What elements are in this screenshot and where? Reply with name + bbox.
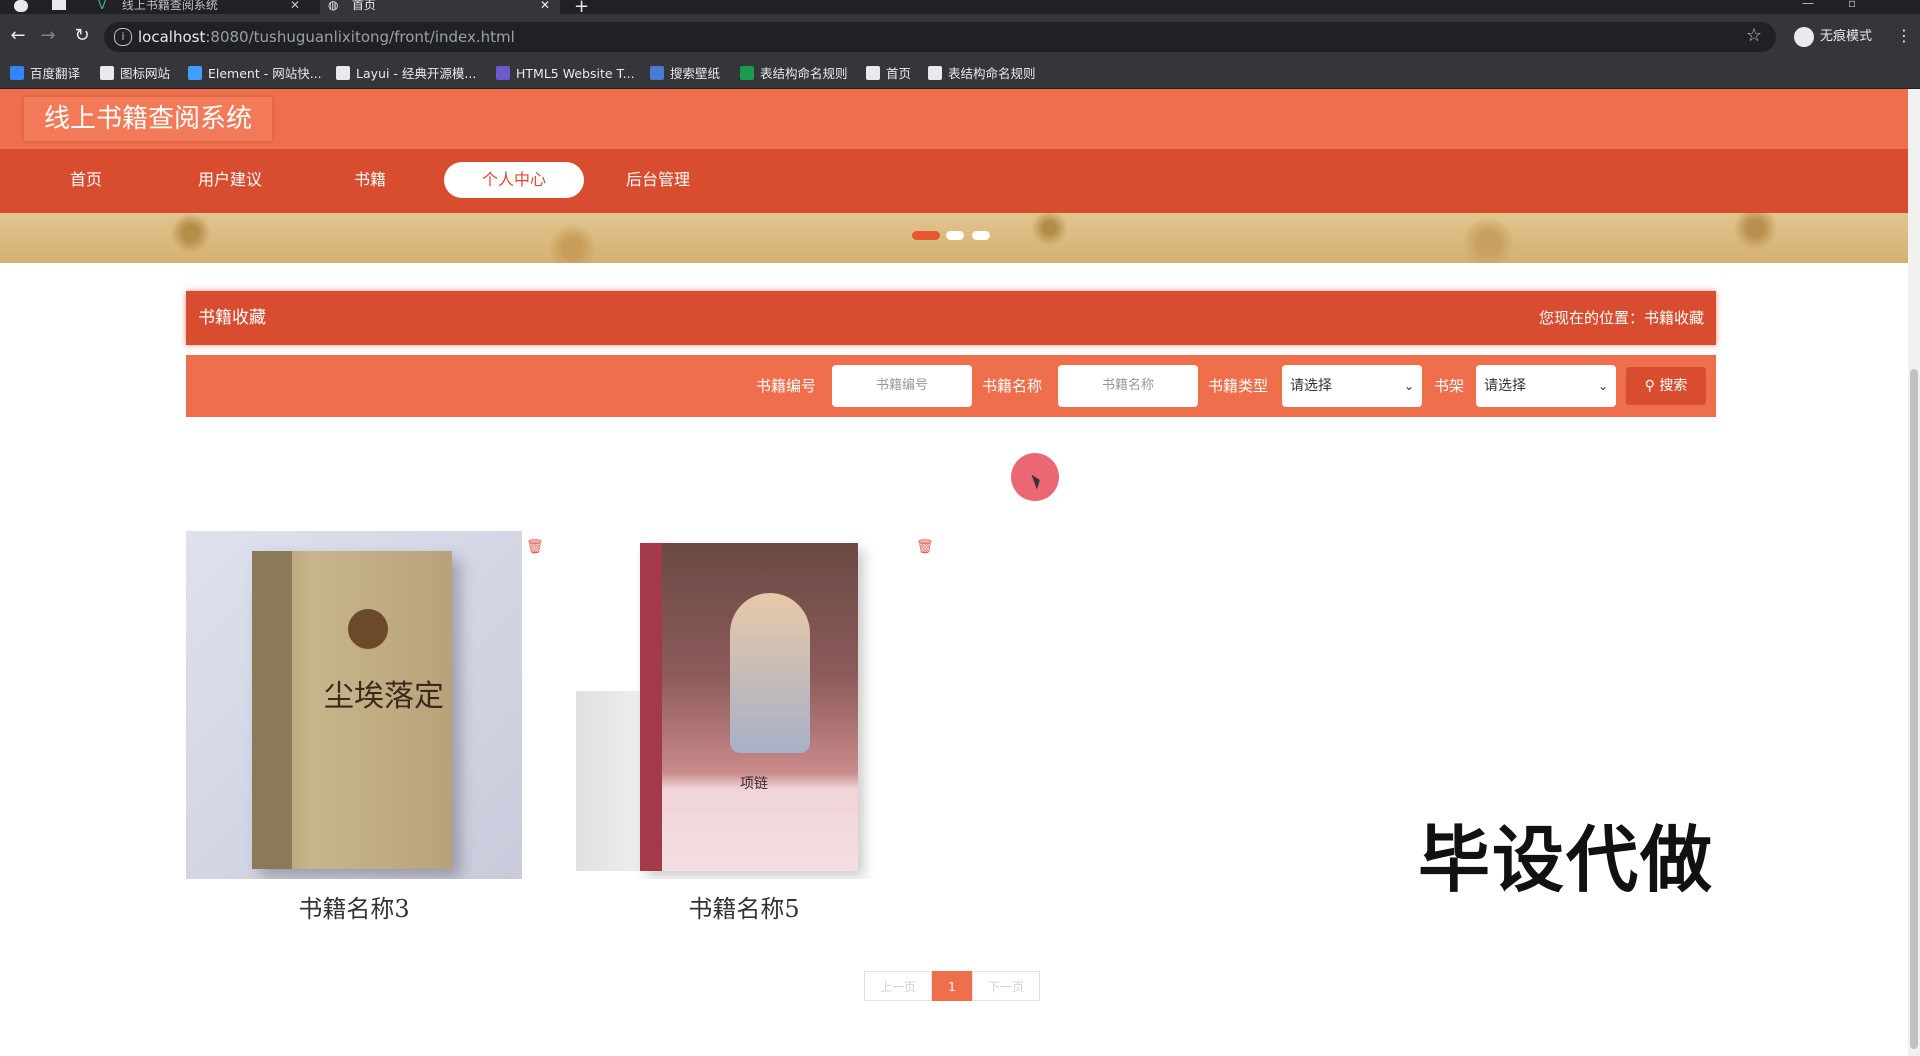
book-cover[interactable]: 尘埃落定 [186, 531, 522, 879]
address-bar[interactable]: i localhost:8080/tushuguanlixitong/front… [104, 22, 1776, 52]
tab-title: 线上书籍查阅系统 [121, 0, 218, 12]
element-icon [188, 66, 202, 80]
vue-icon: V [98, 0, 107, 12]
site-logo[interactable]: 线上书籍查阅系统 [24, 97, 273, 141]
scrollbar-thumb[interactable] [1910, 369, 1918, 1049]
browser-toolbar: ← → ↻ i localhost:8080/tushuguanlixitong… [0, 14, 1920, 60]
wallpaper-icon [650, 66, 664, 80]
minimize-icon[interactable]: — [1802, 0, 1814, 10]
nav-admin[interactable]: 后台管理 [588, 162, 728, 198]
bookmark-item[interactable]: 图标网站 [100, 65, 170, 83]
book-type-label: 书籍类型 [1208, 377, 1269, 395]
page-scrollbar[interactable] [1908, 89, 1920, 1056]
browser-tab-strip: V 线上书籍查阅系统 ✕ ◍ 首页 ✕ + — ▫ [0, 0, 1920, 17]
nav-home[interactable]: 首页 [16, 162, 156, 198]
tab-home[interactable]: ◍ 首页 ✕ [320, 0, 560, 14]
web-page: 线上书籍查阅系统 首页 用户建议 书籍 个人中心 后台管理 书籍收藏 您现在的位… [0, 89, 1908, 1056]
book-id-label: 书籍编号 [756, 377, 817, 395]
next-page-button[interactable]: 下一页 [972, 971, 1040, 1001]
nav-suggestions[interactable]: 用户建议 [160, 162, 300, 198]
reload-icon[interactable]: ↻ [70, 24, 94, 48]
bookmark-item[interactable]: Element - 网站快... [188, 65, 322, 83]
cover-title: 项链 [740, 776, 768, 792]
main-nav: 首页 用户建议 书籍 个人中心 后台管理 [0, 149, 1908, 213]
book-name[interactable]: 书籍名称5 [576, 889, 912, 924]
shelf-select[interactable]: 请选择 ⌄ [1476, 365, 1616, 407]
watermark-text: 毕设代做 [1418, 818, 1715, 902]
incognito-indicator[interactable]: 无痕模式 [1794, 22, 1872, 52]
nav-books[interactable]: 书籍 [300, 162, 440, 198]
forward-arrow-icon[interactable]: → [36, 24, 60, 48]
incognito-icon [1794, 26, 1814, 47]
globe-icon [866, 66, 880, 80]
bookmark-item[interactable]: HTML5 Website T... [496, 65, 635, 83]
bookmark-item[interactable]: 表结构命名规则 [740, 65, 848, 83]
book-name[interactable]: 书籍名称3 [186, 889, 522, 924]
delete-icon[interactable]: 🗑 [916, 539, 934, 555]
carousel-dot[interactable] [972, 231, 990, 240]
search-form: 书籍编号 书籍编号 书籍名称 书籍名称 书籍类型 请选择 ⌄ 书架 请选择 ⌄ ⚲ … [186, 355, 1716, 417]
browser-app-icon[interactable] [14, 0, 28, 12]
carousel-dot[interactable] [946, 231, 964, 240]
url-text[interactable]: localhost:8080/tushuguanlixitong/front/i… [138, 28, 515, 46]
delete-icon[interactable]: 🗑 [526, 539, 544, 555]
book-name-label: 书籍名称 [982, 377, 1043, 395]
bookmark-item[interactable]: 首页 [866, 65, 911, 83]
layui-icon [336, 66, 350, 80]
tab-search-icon[interactable] [52, 0, 66, 10]
breadcrumb: 您现在的位置：书籍收藏 [1538, 309, 1704, 327]
bookmarks-bar: 百度翻译 图标网站 Element - 网站快... Layui - 经典开源模...… [0, 60, 1920, 89]
section-title: 书籍收藏 [198, 308, 266, 328]
info-icon[interactable]: i [114, 28, 132, 46]
shelf-label: 书架 [1434, 377, 1465, 395]
chevron-down-icon: ⌄ [1597, 379, 1608, 393]
bookmark-item[interactable]: Layui - 经典开源模... [336, 65, 476, 83]
page-1-button[interactable]: 1 [932, 971, 972, 1001]
book-type-select[interactable]: 请选择 ⌄ [1282, 365, 1422, 407]
globe-icon: ◍ [328, 0, 339, 12]
book-name-input[interactable]: 书籍名称 [1058, 365, 1198, 407]
translate-icon [10, 66, 24, 80]
search-icon: ⚲ [1644, 378, 1660, 394]
book-id-input[interactable]: 书籍编号 [832, 365, 972, 407]
search-button[interactable]: ⚲ 搜索 [1626, 367, 1706, 405]
globe-icon [928, 66, 942, 80]
chevron-down-icon: ⌄ [1403, 379, 1414, 393]
close-icon[interactable]: ✕ [290, 0, 300, 11]
section-title-bar: 书籍收藏 您现在的位置：书籍收藏 [186, 291, 1716, 345]
carousel-dot[interactable] [912, 231, 940, 240]
flag-icon [100, 66, 114, 80]
browser-menu-icon[interactable]: ⋮ [1896, 26, 1912, 45]
banner-carousel [0, 213, 1908, 263]
close-icon[interactable]: ✕ [540, 0, 550, 11]
book-card[interactable]: 尘埃落定 书籍名称3 [186, 531, 522, 924]
maximize-icon[interactable]: ▫ [1848, 0, 1856, 10]
bookmark-item[interactable]: 百度翻译 [10, 65, 80, 83]
bookmark-star-icon[interactable]: ☆ [1746, 25, 1762, 46]
book-cover[interactable]: 项链 [576, 531, 912, 879]
prev-page-button[interactable]: 上一页 [864, 971, 932, 1001]
bookmark-item[interactable]: 表结构命名规则 [928, 65, 1036, 83]
book-card[interactable]: 项链 书籍名称5 [576, 531, 912, 924]
site-header: 线上书籍查阅系统 [0, 89, 1908, 149]
tab-book-system[interactable]: V 线上书籍查阅系统 ✕ [90, 0, 310, 14]
nav-personal-center[interactable]: 个人中心 [444, 162, 584, 198]
bookmark-item[interactable]: 搜索壁纸 [650, 65, 720, 83]
html5-icon [496, 66, 510, 80]
cover-title: 尘埃落定 [324, 679, 444, 714]
sheet-icon [740, 66, 754, 80]
tab-title: 首页 [351, 0, 376, 12]
back-arrow-icon[interactable]: ← [6, 24, 30, 48]
